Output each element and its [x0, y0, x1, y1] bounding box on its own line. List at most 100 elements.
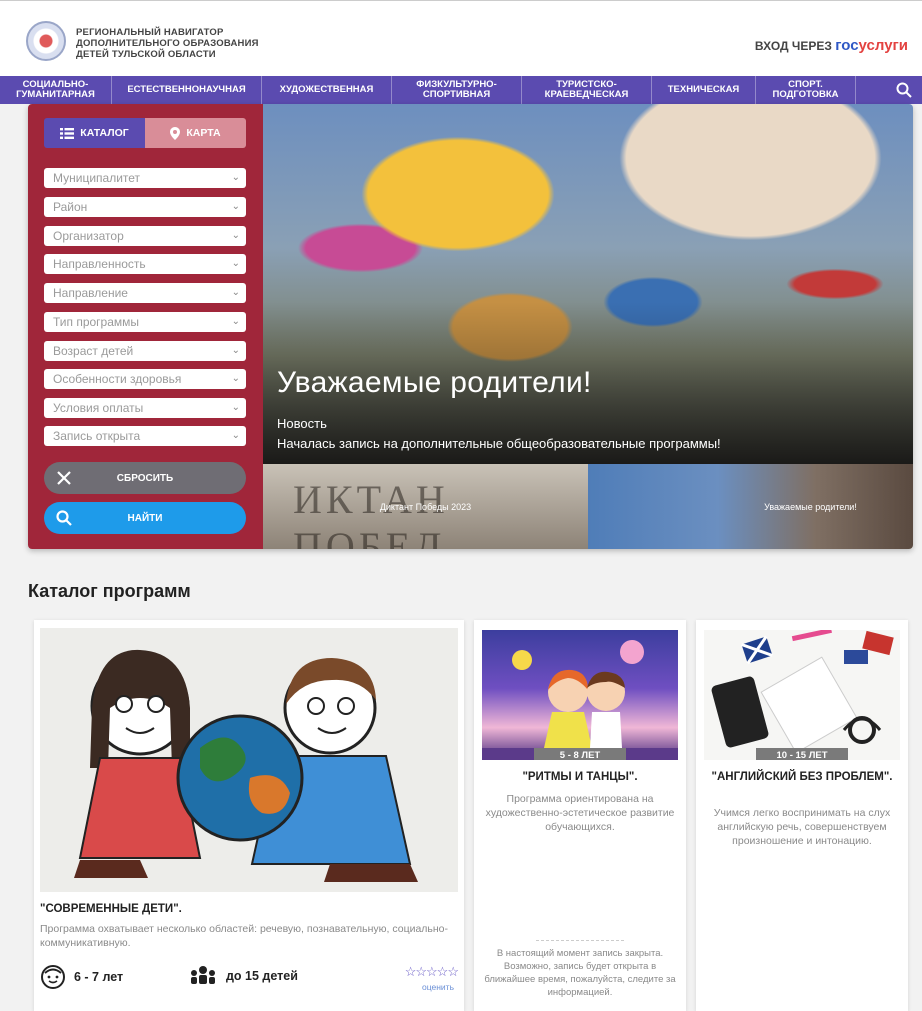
tab-catalog[interactable]: КАТАЛОГ	[44, 118, 145, 148]
enrollment-closed-notice: В настоящий момент запись закрыта. Возмо…	[484, 948, 676, 998]
chevron-down-icon: ⌄	[231, 201, 240, 212]
select-placeholder: Муниципалитет	[53, 171, 141, 185]
program-card[interactable]: 5 - 8 ЛЕТ "РИТМЫ И ТАНЦЫ". Программа ори…	[474, 620, 686, 1011]
group-info: до 15 детей	[188, 964, 298, 988]
search-icon[interactable]	[886, 76, 922, 104]
thumb-background-text: ИКТАН ПОБЕД	[293, 477, 449, 549]
select-placeholder: Направленность	[53, 257, 146, 271]
age-badge: 10 - 15 ЛЕТ	[756, 748, 848, 760]
find-label: НАЙТИ	[127, 512, 163, 524]
catalog-title: Каталог программ	[28, 581, 191, 601]
tab-map[interactable]: КАРТА	[145, 118, 246, 148]
reset-button[interactable]: СБРОСИТЬ	[44, 462, 246, 494]
program-card[interactable]: "СОВРЕМЕННЫЕ ДЕТИ". Программа охватывает…	[34, 620, 464, 1011]
search-icon	[44, 510, 84, 526]
nav-line: ГУМАНИТАРНАЯ	[16, 89, 95, 100]
program-image	[40, 628, 458, 892]
select-direction[interactable]: Направление ⌄	[44, 283, 246, 303]
age-value: 6 - 7 лет	[74, 970, 124, 984]
nav-item-technical[interactable]: ТЕХНИЧЕСКАЯ	[652, 76, 756, 104]
gosuslugi-login-link[interactable]: ВХОД ЧЕРЕЗ госуслуги	[755, 37, 908, 54]
nav-line: СПОРТИВНАЯ	[422, 89, 491, 100]
map-pin-icon	[170, 126, 181, 140]
select-placeholder: Направление	[53, 286, 128, 300]
child-face-icon	[41, 965, 65, 989]
filter-panel: КАТАЛОГ КАРТА Муниципалитет ⌄ Район ⌄ Орга…	[28, 104, 263, 549]
select-placeholder: Тип программы	[53, 315, 140, 329]
program-title: "СОВРЕМЕННЫЕ ДЕТИ".	[40, 903, 182, 915]
select-child-age[interactable]: Возраст детей ⌄	[44, 341, 246, 361]
nav-line: ТЕХНИЧЕСКАЯ	[667, 84, 740, 95]
select-focus[interactable]: Направленность ⌄	[44, 254, 246, 274]
program-title: "АНГЛИЙСКИЙ БЕЗ ПРОБЛЕМ".	[711, 771, 893, 783]
slider-thumb-parents[interactable]: Уважаемые родители!	[588, 464, 913, 549]
org-line-2: ДОПОЛНИТЕЛЬНОГО ОБРАЗОВАНИЯ	[76, 38, 259, 49]
rating-stars-icon[interactable]: ☆☆☆☆☆	[405, 964, 459, 980]
close-icon	[44, 470, 84, 486]
program-description: Программа охватывает несколько областей:…	[40, 923, 449, 949]
select-placeholder: Возраст детей	[53, 344, 134, 358]
chevron-down-icon: ⌄	[231, 402, 240, 413]
login-uslugi: услуги	[858, 37, 908, 54]
nav-line: ХУДОЖЕСТВЕННАЯ	[279, 84, 374, 95]
nav-line: КРАЕВЕДЧЕСКАЯ	[544, 89, 629, 100]
rate-link[interactable]: оценить	[422, 982, 454, 992]
list-icon	[60, 127, 75, 139]
nav-item-social[interactable]: СОЦИАЛЬНО- ГУМАНИТАРНАЯ	[0, 76, 112, 104]
direction-nav: СОЦИАЛЬНО- ГУМАНИТАРНАЯ ЕСТЕСТВЕННОНАУЧНА…	[0, 76, 922, 104]
select-enrollment-open[interactable]: Запись открыта ⌄	[44, 426, 246, 446]
group-icon	[191, 966, 215, 984]
chevron-down-icon: ⌄	[231, 172, 240, 183]
org-line-3: ДЕТЕЙ ТУЛЬСКОЙ ОБЛАСТИ	[76, 49, 216, 60]
thumb-caption: Уважаемые родители!	[764, 501, 857, 512]
reset-label: СБРОСИТЬ	[116, 472, 174, 484]
chevron-down-icon: ⌄	[231, 373, 240, 384]
chevron-down-icon: ⌄	[231, 430, 240, 441]
slider-thumb-dictation[interactable]: ИКТАН ПОБЕД Диктант Победы 2023	[263, 464, 588, 549]
program-title: "РИТМЫ И ТАНЦЫ".	[522, 771, 638, 783]
slide-category: Новость	[277, 416, 327, 431]
select-municipality[interactable]: Муниципалитет ⌄	[44, 168, 246, 188]
chevron-down-icon: ⌄	[231, 345, 240, 356]
region-logo-icon[interactable]	[26, 21, 66, 61]
program-card[interactable]: 10 - 15 ЛЕТ "АНГЛИЙСКИЙ БЕЗ ПРОБЛЕМ". Уч…	[696, 620, 908, 1011]
org-line-1: РЕГИОНАЛЬНЫЙ НАВИГАТОР	[76, 27, 224, 38]
nav-item-sport-training[interactable]: СПОРТ. ПОДГОТОВКА	[756, 76, 856, 104]
chevron-down-icon: ⌄	[231, 230, 240, 241]
program-meta: 6 - 7 лет до 15 детей ☆☆☆☆☆ оценить	[40, 960, 460, 992]
select-district[interactable]: Район ⌄	[44, 197, 246, 217]
slider-thumbnails: ИКТАН ПОБЕД Диктант Победы 2023 Уважаемы…	[263, 464, 913, 549]
select-program-type[interactable]: Тип программы ⌄	[44, 312, 246, 332]
age-info: 6 - 7 лет	[40, 964, 123, 990]
divider	[536, 940, 624, 941]
thumb-caption: Диктант Победы 2023	[379, 501, 472, 512]
nav-item-tourism[interactable]: ТУРИСТСКО- КРАЕВЕДЧЕСКАЯ	[522, 76, 652, 104]
select-payment-terms[interactable]: Условия оплаты ⌄	[44, 398, 246, 418]
hero-section: Уважаемые родители! Новость Началась зап…	[28, 104, 913, 549]
news-slide[interactable]: Уважаемые родители! Новость Началась зап…	[263, 104, 913, 464]
nav-item-science[interactable]: ЕСТЕСТВЕННОНАУЧНАЯ	[112, 76, 262, 104]
tab-catalog-label: КАТАЛОГ	[80, 127, 129, 139]
nav-line: ПОДГОТОВКА	[772, 89, 839, 100]
find-button[interactable]: НАЙТИ	[44, 502, 246, 534]
login-prefix: ВХОД ЧЕРЕЗ	[754, 39, 832, 53]
tab-map-label: КАРТА	[186, 127, 221, 139]
group-value: до 15 детей	[226, 969, 298, 983]
chevron-down-icon: ⌄	[231, 287, 240, 298]
select-placeholder: Запись открыта	[53, 429, 141, 443]
nav-line: ЕСТЕСТВЕННОНАУЧНАЯ	[127, 84, 246, 95]
select-organizer[interactable]: Организатор ⌄	[44, 226, 246, 246]
nav-item-sport[interactable]: ФИЗКУЛЬТУРНО- СПОРТИВНАЯ	[392, 76, 522, 104]
chevron-down-icon: ⌄	[231, 316, 240, 327]
nav-item-art[interactable]: ХУДОЖЕСТВЕННАЯ	[262, 76, 392, 104]
slide-text: Началась запись на дополнительные общеоб…	[277, 436, 721, 451]
view-tabs: КАТАЛОГ КАРТА	[44, 118, 246, 148]
select-placeholder: Особенности здоровья	[53, 372, 182, 386]
program-image: 5 - 8 ЛЕТ	[482, 630, 678, 760]
program-image: 10 - 15 ЛЕТ	[704, 630, 900, 760]
select-placeholder: Организатор	[53, 229, 124, 243]
login-gos: гос	[835, 37, 859, 54]
select-health-features[interactable]: Особенности здоровья ⌄	[44, 369, 246, 389]
site-org-name[interactable]: РЕГИОНАЛЬНЫЙ НАВИГАТОР ДОПОЛНИТЕЛЬНОГО О…	[76, 27, 259, 60]
select-placeholder: Район	[53, 200, 88, 214]
